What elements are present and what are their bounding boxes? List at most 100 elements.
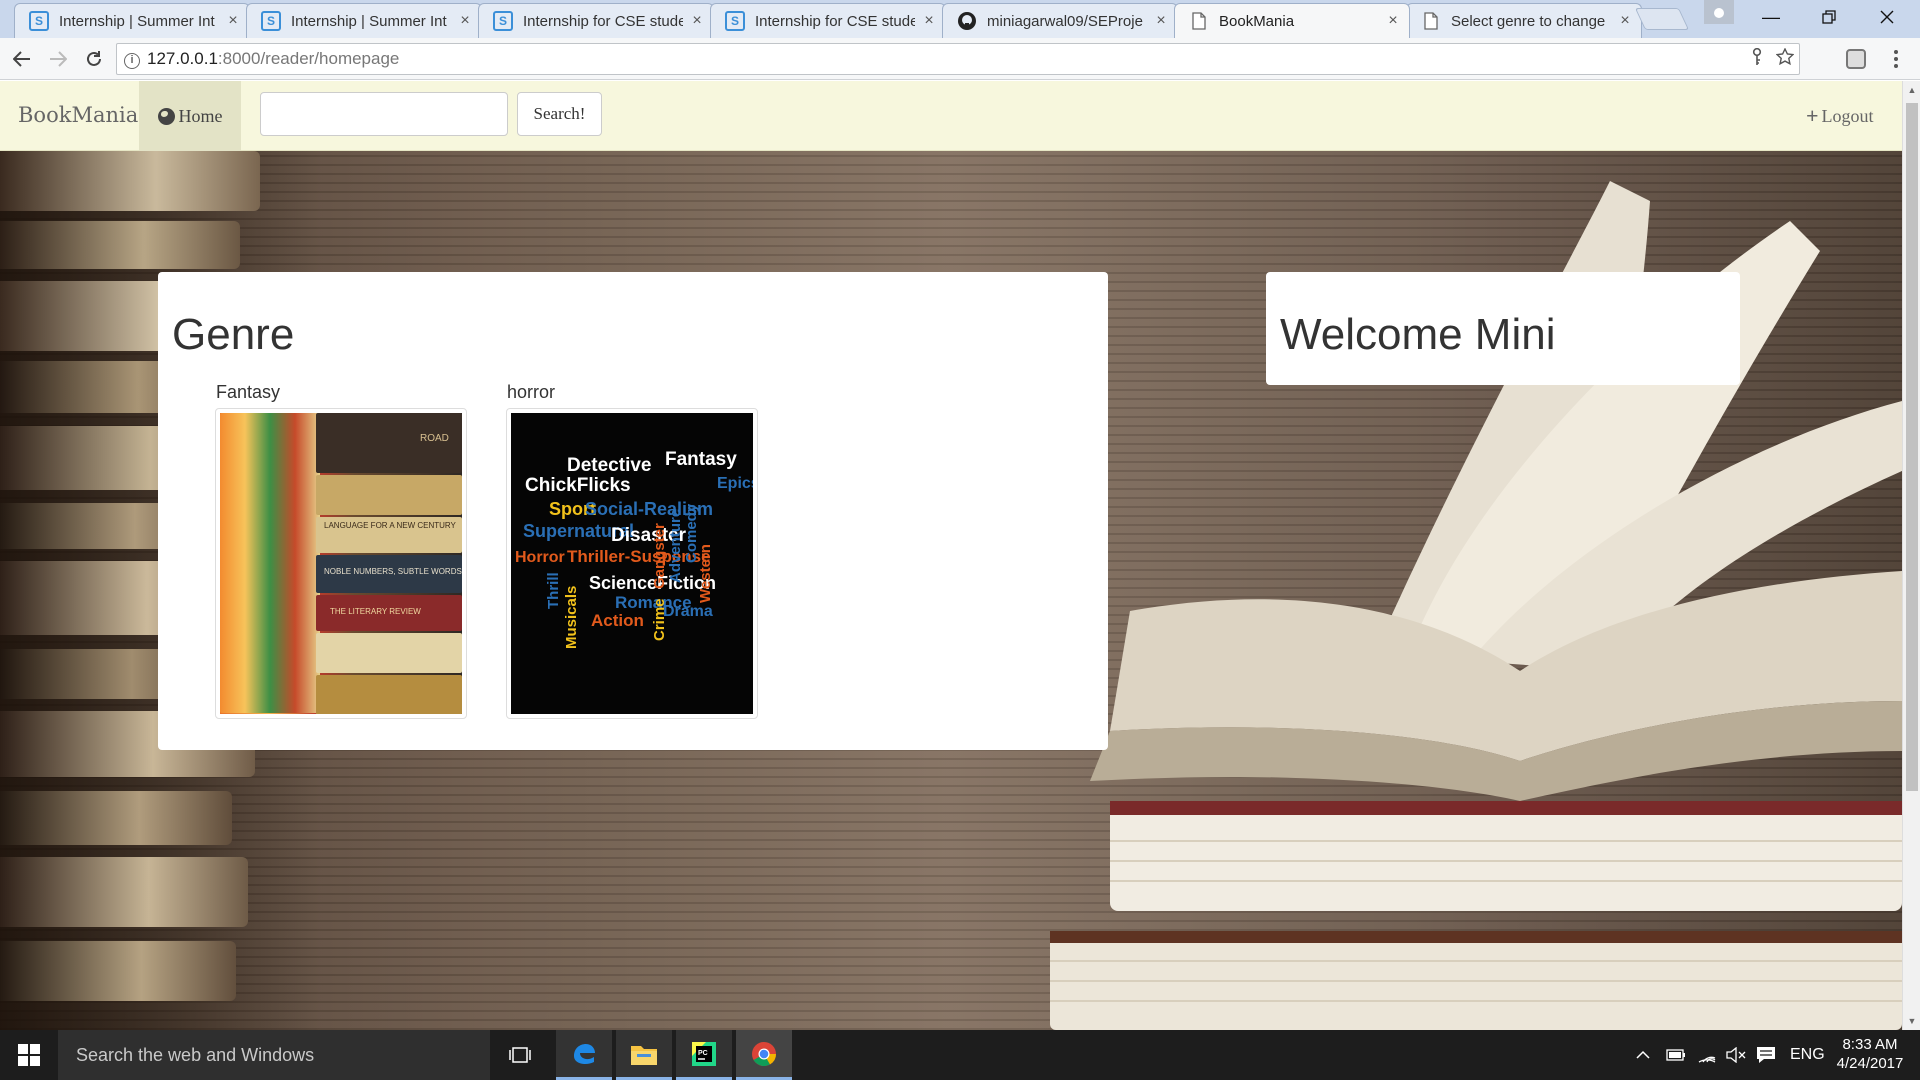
word-cloud-word: Drama: [663, 603, 713, 620]
globe-icon: [157, 107, 175, 125]
browser-tab-3[interactable]: S Internship for CSE stude ×: [478, 3, 714, 38]
pycharm-icon[interactable]: PC: [676, 1030, 732, 1080]
scroll-down-arrow-icon[interactable]: ▼: [1903, 1012, 1920, 1030]
page-info-icon[interactable]: i: [117, 50, 147, 69]
internshala-icon: S: [261, 11, 281, 31]
word-cloud-word: Horror: [515, 549, 565, 566]
windows-logo-icon: [18, 1044, 40, 1066]
close-icon[interactable]: ×: [689, 12, 705, 30]
chrome-menu-icon[interactable]: [1888, 48, 1904, 70]
close-icon[interactable]: ×: [1617, 12, 1633, 30]
extension-icon[interactable]: [1846, 49, 1866, 69]
close-icon[interactable]: ×: [1153, 12, 1169, 30]
genre-thumbnail[interactable]: LANGUAGE FOR A NEW CENTURY NOBLE NUMBERS…: [215, 408, 467, 719]
battery-icon[interactable]: [1666, 1030, 1686, 1080]
notifications-icon[interactable]: [1756, 1030, 1776, 1080]
word-cloud-word: Action: [591, 611, 644, 630]
tab-title: Internship for CSE stude: [523, 12, 683, 30]
clock-time: 8:33 AM: [1842, 1036, 1898, 1053]
edge-icon[interactable]: [556, 1030, 612, 1080]
chrome-icon[interactable]: [736, 1030, 792, 1080]
url-text[interactable]: 127.0.0.1:8000/reader/homepage: [147, 49, 1743, 69]
scrollbar-thumb[interactable]: [1906, 103, 1918, 791]
tab-title: Internship | Summer Int: [291, 12, 447, 30]
windows-taskbar: Search the web and Windows PC ENG 8:33 A…: [0, 1030, 1920, 1080]
page-icon: [1189, 11, 1209, 31]
welcome-panel: Welcome Mini: [1266, 272, 1740, 385]
address-bar[interactable]: i 127.0.0.1:8000/reader/homepage: [116, 43, 1800, 75]
word-cloud-word: Western: [697, 544, 714, 603]
genre-card-horror[interactable]: horror Detective Fantasy ChickFlicks Spo…: [506, 382, 758, 719]
spine-text: THE LITERARY REVIEW: [330, 607, 421, 616]
new-tab-button[interactable]: [1634, 8, 1690, 30]
logout-label: Logout: [1821, 106, 1874, 126]
page-scrollbar[interactable]: ▲ ▼: [1902, 81, 1920, 1030]
search-input[interactable]: [260, 92, 508, 136]
page-icon: [1421, 11, 1441, 31]
task-view-icon[interactable]: [492, 1030, 548, 1080]
page-viewport: BookMania Home Search! + Logout Genre Fan…: [0, 81, 1902, 1030]
bookmark-star-icon[interactable]: [1771, 46, 1799, 71]
forward-arrow-icon[interactable]: [44, 45, 72, 73]
tab-title: Internship for CSE stude: [755, 12, 915, 30]
browser-tab-strip: S Internship | Summer Int × S Internship…: [0, 0, 1920, 38]
spine-text: LANGUAGE FOR A NEW CENTURY: [324, 521, 456, 530]
close-icon[interactable]: ×: [921, 12, 937, 30]
minimize-icon[interactable]: —: [1748, 0, 1794, 34]
browser-tab-1[interactable]: S Internship | Summer Int ×: [14, 3, 250, 38]
key-icon[interactable]: [1743, 47, 1771, 71]
volume-muted-icon[interactable]: [1726, 1030, 1746, 1080]
window-close-icon[interactable]: [1864, 0, 1910, 34]
taskbar-search-box[interactable]: Search the web and Windows: [58, 1030, 490, 1080]
back-arrow-icon[interactable]: [8, 45, 36, 73]
brand-logo-text[interactable]: BookMania: [18, 103, 138, 127]
word-cloud-word: Gangster: [651, 523, 668, 589]
word-cloud-word: Epics: [717, 475, 753, 492]
browser-toolbar: i 127.0.0.1:8000/reader/homepage: [0, 38, 1920, 80]
plus-icon: +: [1806, 103, 1819, 128]
genre-thumbnail[interactable]: Detective Fantasy ChickFlicks Sport Soci…: [506, 408, 758, 719]
tray-chevron-icon[interactable]: [1636, 1030, 1650, 1080]
url-path: :8000/reader/homepage: [217, 49, 400, 68]
tab-title: Internship | Summer Int: [59, 12, 215, 30]
browser-tab-bookmania[interactable]: BookMania ×: [1174, 3, 1410, 38]
clock-date: 4/24/2017: [1836, 1055, 1904, 1072]
scroll-up-arrow-icon[interactable]: ▲: [1903, 81, 1920, 99]
word-cloud-word: Musicals: [563, 585, 580, 649]
close-icon[interactable]: ×: [457, 12, 473, 30]
tab-title: Select genre to change: [1451, 12, 1606, 30]
word-cloud-word: Thrill: [545, 572, 562, 609]
url-host: 127.0.0.1: [147, 49, 218, 68]
taskbar-search-placeholder: Search the web and Windows: [76, 1044, 315, 1065]
word-cloud-word: Adventure: [667, 508, 684, 583]
start-button[interactable]: [0, 1030, 58, 1080]
nav-home-label: Home: [178, 105, 223, 126]
language-indicator[interactable]: ENG: [1790, 1030, 1825, 1080]
profile-icon[interactable]: [1704, 0, 1734, 24]
genre-card-fantasy[interactable]: Fantasy LANGUAGE FOR A NEW CENTURY NOBLE…: [215, 382, 467, 719]
browser-tab-4[interactable]: S Internship for CSE stude ×: [710, 3, 946, 38]
internshala-icon: S: [725, 11, 745, 31]
word-cloud-word: Detective: [567, 455, 652, 476]
browser-tab-5[interactable]: miniagarwal09/SEProje ×: [942, 3, 1178, 38]
genre-name: Fantasy: [216, 382, 281, 402]
reload-icon[interactable]: [80, 45, 108, 73]
wifi-icon[interactable]: [1698, 1030, 1716, 1080]
genre-panel: Genre Fantasy LANGUAGE FOR A NEW CENTURY…: [158, 272, 1108, 750]
genre-heading: Genre: [172, 310, 295, 359]
restore-icon[interactable]: [1806, 0, 1852, 34]
browser-tab-2[interactable]: S Internship | Summer Int ×: [246, 3, 482, 38]
app-navbar: BookMania Home Search! + Logout: [0, 81, 1902, 151]
close-icon[interactable]: ×: [1385, 12, 1401, 30]
browser-tab-7[interactable]: Select genre to change ×: [1406, 3, 1642, 38]
genre-name: horror: [507, 382, 556, 402]
spine-text: ROAD: [420, 433, 449, 444]
logout-link[interactable]: + Logout: [1806, 103, 1874, 129]
file-explorer-icon[interactable]: [616, 1030, 672, 1080]
nav-home-link[interactable]: Home: [139, 81, 241, 151]
search-button[interactable]: Search!: [517, 92, 602, 136]
tab-title: BookMania: [1219, 12, 1295, 30]
word-cloud-word: ChickFlicks: [525, 475, 631, 496]
taskbar-clock[interactable]: 8:33 AM 4/24/2017: [1830, 1035, 1910, 1073]
close-icon[interactable]: ×: [225, 12, 241, 30]
